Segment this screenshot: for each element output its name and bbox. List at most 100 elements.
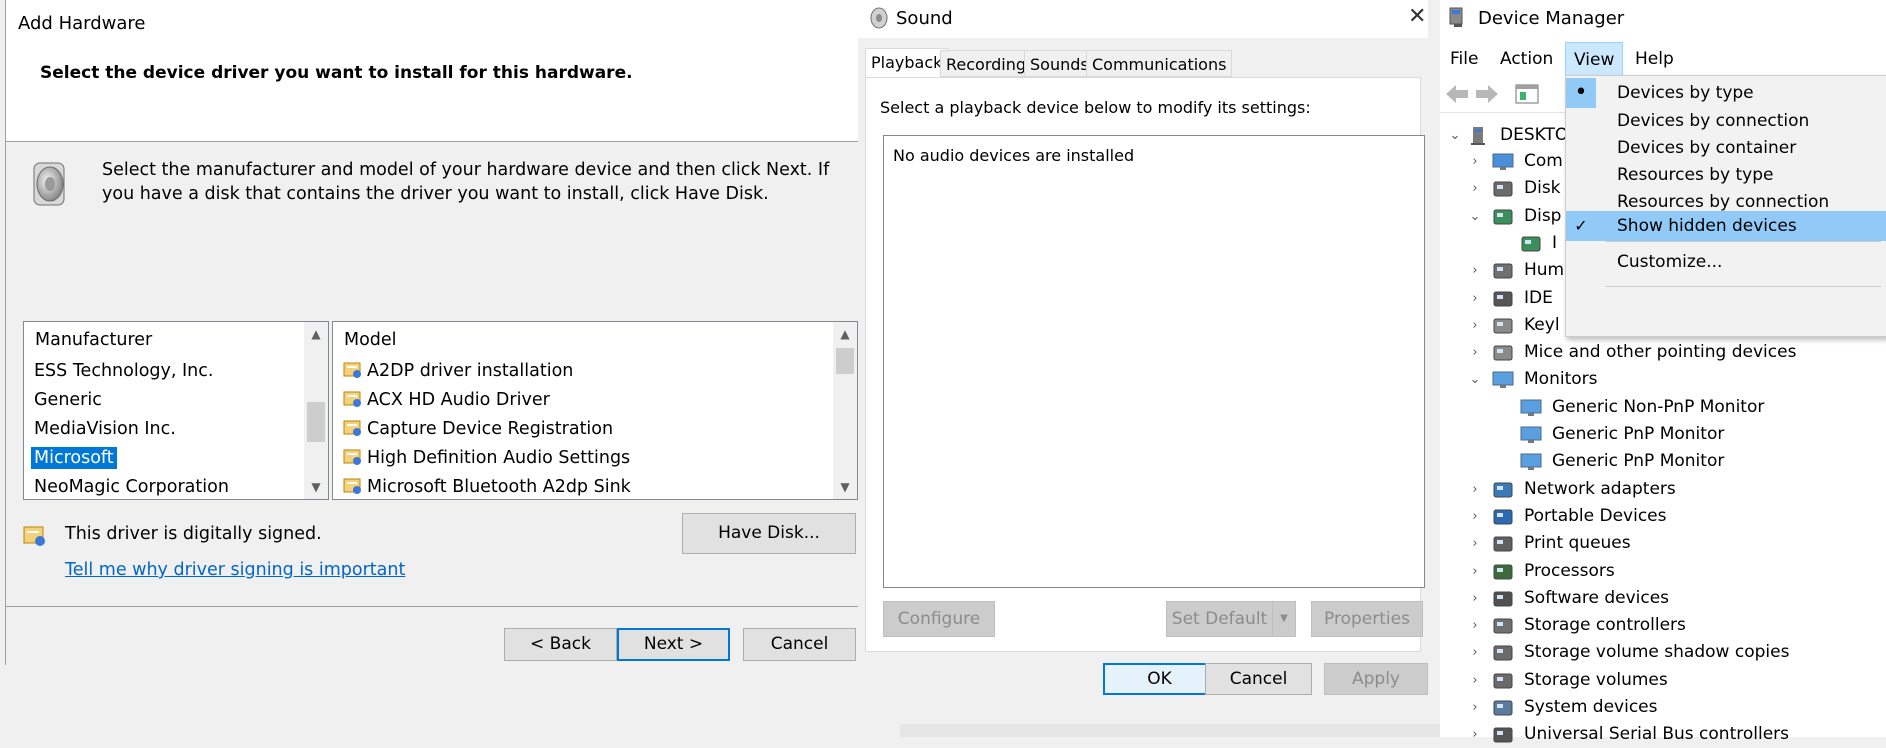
tree-item-label: Portable Devices bbox=[1524, 505, 1667, 526]
scroll-thumb[interactable] bbox=[307, 402, 325, 442]
tree-category-item[interactable]: › Storage volume shadow copies bbox=[1440, 639, 1886, 666]
chevron-down-icon[interactable]: ⌄ bbox=[1468, 366, 1482, 393]
tree-child-item[interactable]: Generic Non-PnP Monitor bbox=[1440, 394, 1886, 421]
tree-category-item[interactable]: › Portable Devices bbox=[1440, 503, 1886, 530]
scroll-thumb[interactable] bbox=[836, 348, 854, 374]
tab-recording[interactable]: Recording bbox=[940, 50, 1033, 77]
speaker-icon bbox=[33, 162, 65, 206]
chevron-right-icon[interactable]: › bbox=[1468, 558, 1482, 585]
playback-prompt: Select a playback device below to modify… bbox=[880, 98, 1311, 117]
list-item[interactable]: Capture Device Registration bbox=[343, 416, 613, 442]
model-scrollbar[interactable]: ▲ ▼ bbox=[833, 322, 857, 499]
list-item[interactable]: NeoMagic Corporation bbox=[34, 474, 229, 499]
view-menu-item[interactable]: ✓ Show hidden devices bbox=[1566, 211, 1886, 241]
forward-arrow-icon[interactable] bbox=[1474, 82, 1500, 106]
list-item[interactable]: ESS Technology, Inc. bbox=[34, 358, 213, 384]
scroll-down-icon[interactable]: ▼ bbox=[833, 475, 857, 499]
view-menu-item[interactable]: Devices by connection bbox=[1566, 106, 1886, 136]
tree-category-item[interactable]: › System devices bbox=[1440, 694, 1886, 721]
have-disk-button[interactable]: Have Disk... bbox=[682, 513, 856, 554]
tree-category-item[interactable]: › Print queues bbox=[1440, 530, 1886, 557]
tree-category-item[interactable]: › Storage controllers bbox=[1440, 612, 1886, 639]
chevron-right-icon[interactable]: › bbox=[1468, 721, 1482, 748]
back-button[interactable]: < Back bbox=[504, 628, 617, 661]
cancel-button[interactable]: Cancel bbox=[743, 628, 856, 661]
tree-category-item[interactable]: › Universal Serial Bus controllers bbox=[1440, 721, 1886, 748]
chevron-right-icon[interactable]: › bbox=[1468, 148, 1482, 175]
chevron-right-icon[interactable]: › bbox=[1468, 476, 1482, 503]
signed-status-text: This driver is digitally signed. bbox=[65, 524, 322, 544]
ok-button[interactable]: OK bbox=[1103, 663, 1216, 695]
computer-icon bbox=[1471, 127, 1485, 145]
scroll-down-icon[interactable]: ▼ bbox=[304, 475, 328, 499]
tree-category-item[interactable]: ⌄ Monitors bbox=[1440, 366, 1886, 393]
chevron-right-icon[interactable]: › bbox=[1468, 175, 1482, 202]
menu-help[interactable]: Help bbox=[1627, 42, 1682, 76]
tab-communications[interactable]: Communications bbox=[1086, 50, 1233, 77]
list-item[interactable]: A2DP driver installation bbox=[343, 358, 573, 384]
tree-category-item[interactable]: › Mice and other pointing devices bbox=[1440, 339, 1886, 366]
list-item[interactable]: High Definition Audio Settings bbox=[343, 445, 630, 471]
chevron-right-icon[interactable]: › bbox=[1468, 612, 1482, 639]
device-list[interactable]: No audio devices are installed bbox=[883, 135, 1425, 588]
set-default-button[interactable]: Set Default bbox=[1166, 601, 1272, 637]
tab-sounds[interactable]: Sounds bbox=[1024, 50, 1095, 77]
chevron-right-icon[interactable]: › bbox=[1468, 285, 1482, 312]
properties-sheet-icon[interactable] bbox=[1514, 82, 1540, 106]
list-item[interactable]: Generic bbox=[34, 387, 102, 413]
view-menu-item[interactable]: Resources by type bbox=[1566, 160, 1886, 190]
chevron-right-icon[interactable]: › bbox=[1468, 257, 1482, 284]
chevron-right-icon[interactable]: › bbox=[1468, 639, 1482, 666]
chevron-right-icon[interactable]: › bbox=[1468, 339, 1482, 366]
playback-panel: Select a playback device below to modify… bbox=[865, 77, 1425, 652]
chevron-right-icon[interactable]: › bbox=[1468, 530, 1482, 557]
list-item-selected[interactable]: Microsoft bbox=[30, 445, 118, 471]
configure-button[interactable]: Configure bbox=[883, 601, 995, 637]
display-adapter-icon bbox=[1521, 236, 1541, 252]
tree-category-item[interactable]: › Software devices bbox=[1440, 585, 1886, 612]
apply-button[interactable]: Apply bbox=[1324, 663, 1428, 695]
list-item[interactable]: Microsoft Bluetooth A2dp Sink bbox=[343, 474, 631, 499]
signed-driver-icon bbox=[23, 526, 45, 546]
signed-driver-icon bbox=[343, 390, 363, 408]
scroll-up-icon[interactable]: ▲ bbox=[304, 322, 328, 346]
menu-file[interactable]: File bbox=[1442, 42, 1486, 76]
tree-category-item[interactable]: › Storage volumes bbox=[1440, 667, 1886, 694]
tree-child-item[interactable]: Generic PnP Monitor bbox=[1440, 421, 1886, 448]
chevron-down-icon[interactable]: ⌄ bbox=[1448, 122, 1462, 149]
back-arrow-icon[interactable] bbox=[1444, 82, 1470, 106]
chevron-down-icon[interactable]: ▼ bbox=[1272, 601, 1296, 637]
chevron-right-icon[interactable]: › bbox=[1468, 667, 1482, 694]
driver-signing-link[interactable]: Tell me why driver signing is important bbox=[65, 560, 405, 580]
list-item[interactable]: MediaVision Inc. bbox=[34, 416, 176, 442]
add-hardware-titlebar: Add Hardware bbox=[6, 0, 859, 46]
list-item[interactable]: ACX HD Audio Driver bbox=[343, 387, 550, 413]
tree-item-label: IDE bbox=[1524, 287, 1553, 308]
view-menu-item[interactable]: • Devices by type bbox=[1566, 78, 1886, 108]
model-list[interactable]: Model A2DP driver installation ACX HD Au… bbox=[332, 321, 858, 500]
manufacturer-scrollbar[interactable]: ▲ ▼ bbox=[304, 322, 328, 499]
menu-view[interactable]: View bbox=[1565, 42, 1624, 76]
view-menu-item[interactable]: Customize... bbox=[1566, 247, 1886, 277]
sound-title: Sound bbox=[896, 8, 953, 29]
scroll-up-icon[interactable]: ▲ bbox=[833, 322, 857, 346]
chevron-right-icon[interactable]: › bbox=[1468, 503, 1482, 530]
chevron-right-icon[interactable]: › bbox=[1468, 694, 1482, 721]
properties-button[interactable]: Properties bbox=[1311, 601, 1423, 637]
next-button[interactable]: Next > bbox=[617, 628, 730, 661]
tree-category-item[interactable]: › Processors bbox=[1440, 558, 1886, 585]
menu-action[interactable]: Action bbox=[1492, 42, 1561, 76]
chevron-right-icon[interactable]: › bbox=[1468, 585, 1482, 612]
manufacturer-list[interactable]: Manufacturer ESS Technology, Inc. Generi… bbox=[23, 321, 329, 500]
chevron-right-icon[interactable]: › bbox=[1468, 312, 1482, 339]
tree-category-item[interactable]: › Network adapters bbox=[1440, 476, 1886, 503]
close-icon[interactable]: ✕ bbox=[1408, 4, 1426, 29]
cancel-button[interactable]: Cancel bbox=[1205, 663, 1312, 695]
software-device-icon bbox=[1493, 591, 1513, 607]
tree-item-label: Generic Non-PnP Monitor bbox=[1552, 396, 1765, 417]
chevron-down-icon[interactable]: ⌄ bbox=[1468, 203, 1482, 230]
tree-child-item[interactable]: Generic PnP Monitor bbox=[1440, 448, 1886, 475]
view-menu-item-label: Devices by container bbox=[1617, 138, 1797, 158]
view-menu-item[interactable]: Devices by container bbox=[1566, 133, 1886, 163]
tab-playback[interactable]: Playback bbox=[865, 48, 949, 78]
